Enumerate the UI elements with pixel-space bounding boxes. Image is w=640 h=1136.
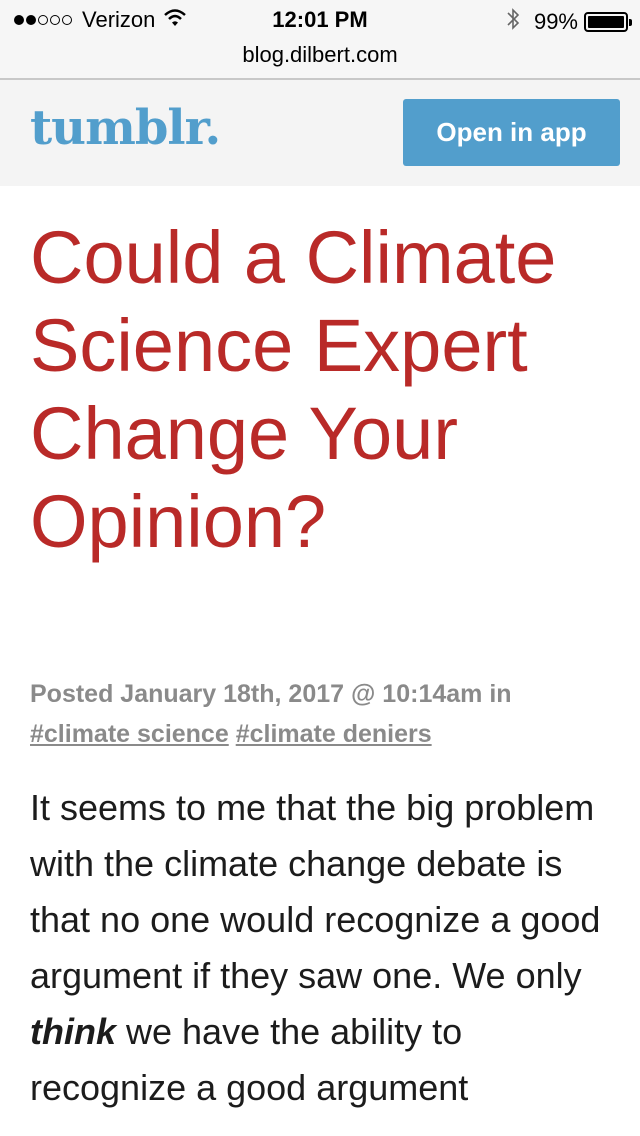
status-right: 99% (506, 7, 632, 37)
post-meta: Posted January 18th, 2017 @ 10:14am in #… (30, 674, 620, 754)
tag-climate-science-link[interactable]: #climate science (30, 720, 229, 748)
battery-level (588, 16, 624, 28)
tumblr-header: tumblr. Open in app (0, 80, 640, 186)
posted-date: Posted January 18th, 2017 @ 10:14am in (30, 680, 512, 708)
battery-tip (629, 19, 632, 26)
open-in-app-button[interactable]: Open in app (403, 99, 620, 166)
address-bar[interactable]: blog.dilbert.com (0, 40, 640, 78)
battery-icon (584, 12, 632, 32)
tumblr-logo[interactable]: tumblr. (30, 100, 221, 156)
post-title: Could a Climate Science Expert Change Yo… (30, 216, 557, 563)
body-text-start: It seems to me that the big problem with… (30, 787, 601, 996)
post-body: It seems to me that the big problem with… (30, 780, 620, 1116)
tag-climate-deniers-link[interactable]: #climate deniers (236, 720, 432, 748)
body-emphasis: think (30, 1011, 116, 1052)
battery-percent: 99% (533, 9, 578, 34)
status-bar: Verizon 12:01 PM 99% (0, 0, 640, 40)
bluetooth-icon (506, 7, 520, 37)
